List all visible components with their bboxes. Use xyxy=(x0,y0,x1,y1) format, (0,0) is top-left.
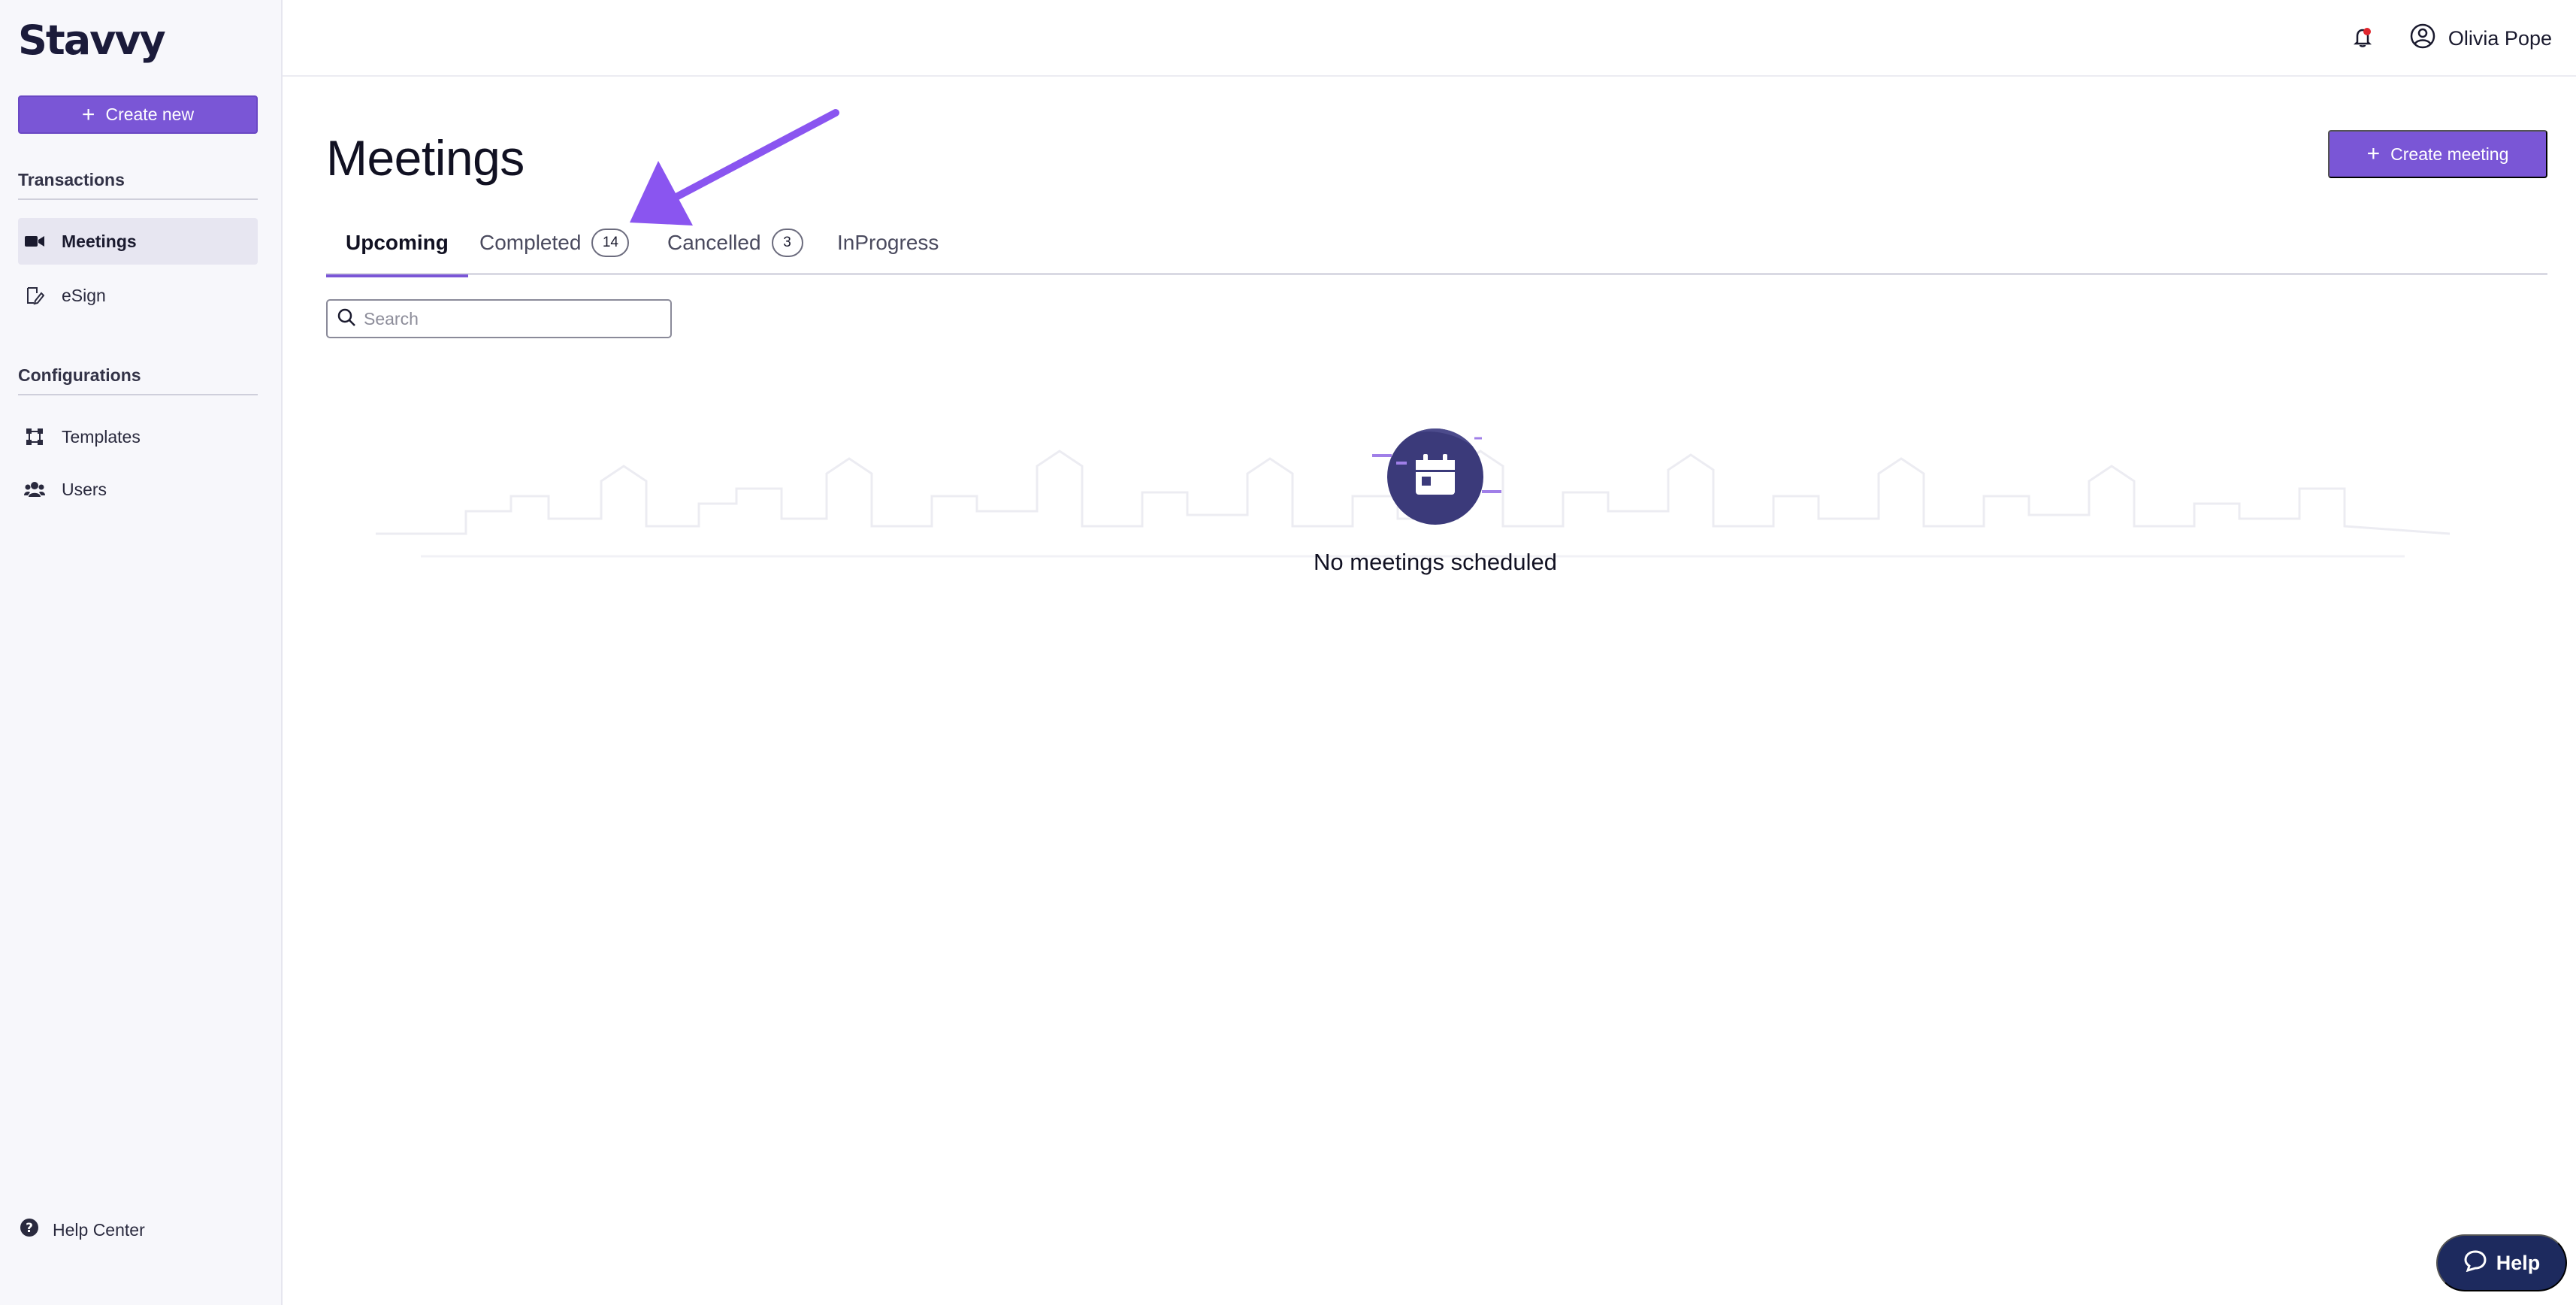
notification-bell-icon[interactable] xyxy=(2351,26,2375,50)
create-meeting-label: Create meeting xyxy=(2390,144,2509,164)
help-label: Help xyxy=(2496,1251,2541,1274)
empty-state-message: No meetings scheduled xyxy=(1314,549,1557,575)
section-title-configurations: Configurations xyxy=(18,365,141,385)
section-title-transactions: Transactions xyxy=(18,170,125,189)
signature-icon xyxy=(24,285,45,306)
chat-bubble-icon xyxy=(2463,1249,2487,1277)
help-widget-button[interactable]: Help xyxy=(2436,1234,2567,1291)
sidebar-item-label: eSign xyxy=(62,285,106,305)
create-new-label: Create new xyxy=(105,104,195,124)
search-field[interactable] xyxy=(326,299,672,338)
create-new-button[interactable]: + Create new xyxy=(18,95,258,134)
user-menu[interactable]: Olivia Pope xyxy=(2409,23,2552,55)
create-meeting-button[interactable]: + Create meeting xyxy=(2328,130,2547,178)
sidebar-item-label: Meetings xyxy=(62,231,137,251)
user-avatar-icon xyxy=(2409,23,2436,55)
question-circle-icon: ? xyxy=(20,1218,39,1242)
sidebar: Stavvy + Create new Transactions Meeting… xyxy=(0,0,283,1305)
tab-label: Completed xyxy=(479,231,582,254)
tab-completed[interactable]: Completed 14 xyxy=(479,210,630,275)
video-camera-icon xyxy=(24,231,45,252)
svg-text:?: ? xyxy=(26,1221,33,1236)
sidebar-item-esign[interactable]: eSign xyxy=(18,272,258,319)
help-center-link[interactable]: ? Help Center xyxy=(20,1218,145,1242)
sidebar-item-label: Templates xyxy=(62,426,141,447)
search-icon xyxy=(337,307,356,331)
tab-label: InProgress xyxy=(837,231,939,254)
plus-icon: + xyxy=(2366,141,2381,166)
sidebar-item-meetings[interactable]: Meetings xyxy=(18,218,258,265)
tab-inprogress[interactable]: InProgress xyxy=(837,210,939,275)
help-center-label: Help Center xyxy=(53,1219,145,1240)
top-bar: Olivia Pope xyxy=(283,0,2576,77)
count-badge: 14 xyxy=(591,229,630,257)
section-divider xyxy=(18,198,258,200)
search-input[interactable] xyxy=(364,308,664,329)
users-icon xyxy=(24,479,45,500)
app-logo[interactable]: Stavvy xyxy=(18,17,166,64)
tab-label: Cancelled xyxy=(667,231,761,254)
meeting-tabs: Upcoming Completed 14 Cancelled 3 InProg… xyxy=(326,210,2547,277)
tab-cancelled[interactable]: Cancelled 3 xyxy=(667,210,803,275)
page-title: Meetings xyxy=(326,130,525,186)
section-divider xyxy=(18,394,258,395)
frame-icon xyxy=(24,426,45,447)
sidebar-item-label: Users xyxy=(62,479,107,499)
tab-upcoming[interactable]: Upcoming xyxy=(326,210,468,277)
tab-label: Upcoming xyxy=(346,231,449,254)
decorative-dash-icon xyxy=(1372,437,1501,493)
count-badge: 3 xyxy=(771,229,803,257)
sidebar-item-users[interactable]: Users xyxy=(18,466,258,513)
plus-icon: + xyxy=(81,101,95,127)
user-name: Olivia Pope xyxy=(2448,27,2552,50)
sidebar-item-templates[interactable]: Templates xyxy=(18,413,258,460)
